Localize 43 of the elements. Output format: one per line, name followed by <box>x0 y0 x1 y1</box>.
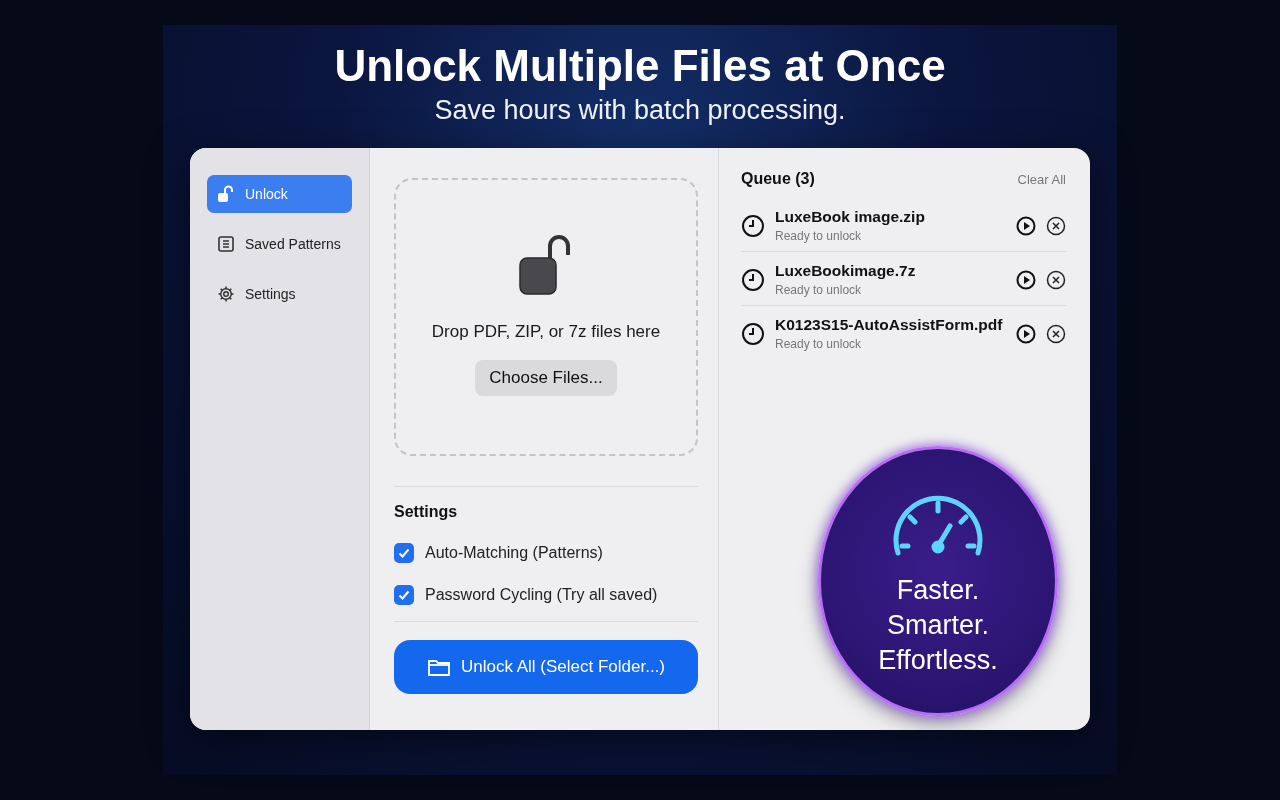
clear-all-link[interactable]: Clear All <box>1017 171 1066 187</box>
remove-button[interactable] <box>1046 323 1066 344</box>
unlock-icon <box>217 185 235 203</box>
file-name: LuxeBook image.zip <box>775 208 926 226</box>
sidebar-label: Unlock <box>245 186 288 202</box>
choose-files-button[interactable]: Choose Files... <box>475 360 617 396</box>
play-button[interactable] <box>1016 323 1036 344</box>
drop-zone[interactable]: Drop PDF, ZIP, or 7z files here Choose Files... <box>394 178 698 456</box>
clock-icon <box>741 267 765 292</box>
settings-icon <box>217 285 235 303</box>
sidebar-item[interactable]: Settings <box>207 275 352 313</box>
sidebar-label: Saved Patterns <box>245 236 341 252</box>
clock-icon <box>741 321 765 346</box>
file-name: LuxeBookimage.7z <box>775 262 917 280</box>
play-button[interactable] <box>1016 269 1036 290</box>
drop-hint: Drop PDF, ZIP, or 7z files here <box>431 322 661 342</box>
sidebar-item[interactable]: Unlock <box>207 175 352 213</box>
unlock-all-button[interactable]: Unlock All (Select Folder...) <box>394 640 698 694</box>
queue-heading: Queue (3) <box>741 170 815 188</box>
clock-icon <box>741 213 765 238</box>
file-status: Ready to unlock <box>775 229 863 243</box>
option-label: Password Cycling (Try all saved) <box>425 586 658 604</box>
file-status: Ready to unlock <box>775 337 863 351</box>
play-button[interactable] <box>1016 215 1036 236</box>
sidebar-label: Settings <box>245 286 296 302</box>
folder-icon <box>426 657 451 677</box>
file-status: Ready to unlock <box>775 283 863 297</box>
remove-button[interactable] <box>1046 269 1066 290</box>
remove-button[interactable] <box>1046 215 1066 236</box>
badge-text: Faster. <box>896 574 980 607</box>
badge-text: Smarter. <box>887 609 989 642</box>
option-label: Auto-Matching (Patterns) <box>425 544 603 562</box>
checkmark-icon <box>397 588 411 602</box>
list-icon <box>217 235 235 253</box>
badge-text: Effortless. <box>878 644 998 677</box>
checkmark-icon <box>397 546 411 560</box>
subheadline: Save hours with batch processing. <box>434 95 846 126</box>
checkbox[interactable] <box>394 543 414 563</box>
file-name: K0123S15-AutoAssistForm.pdf <box>775 316 1004 334</box>
headline: Unlock Multiple Files at Once <box>334 41 946 91</box>
sidebar-item[interactable]: Saved Patterns <box>207 225 352 263</box>
checkbox[interactable] <box>394 585 414 605</box>
settings-heading: Settings <box>394 503 459 521</box>
